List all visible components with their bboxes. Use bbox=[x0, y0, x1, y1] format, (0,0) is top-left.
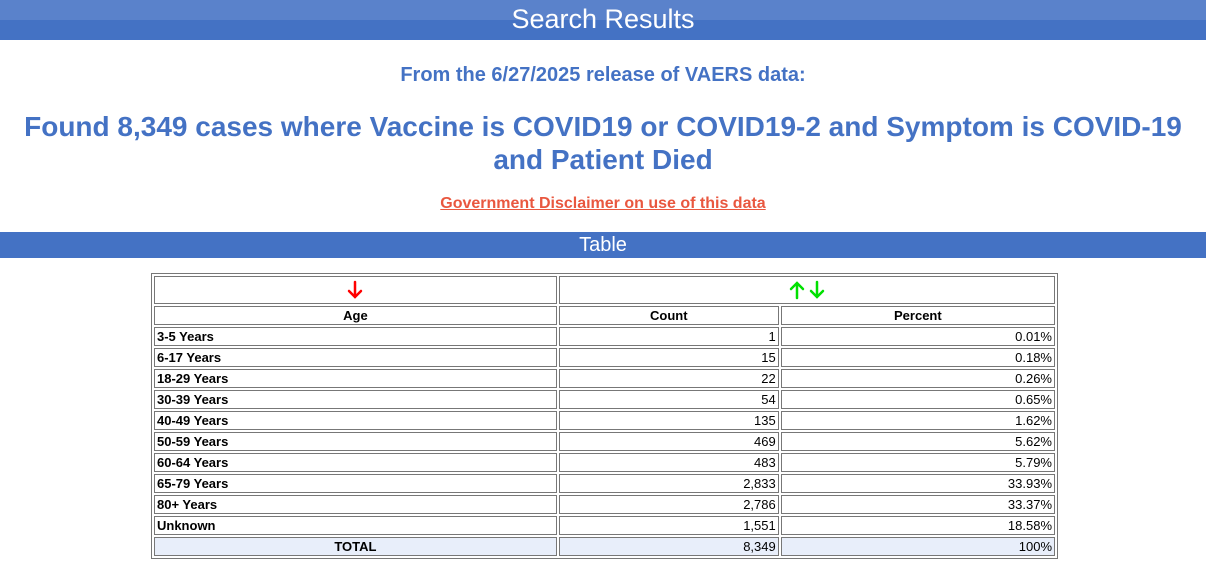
age-cell: 40-49 Years bbox=[154, 411, 557, 430]
results-summary: Found 8,349 cases where Vaccine is COVID… bbox=[24, 111, 1182, 175]
percent-cell: 0.01% bbox=[780, 327, 1055, 346]
disclaimer: Government Disclaimer on use of this dat… bbox=[0, 194, 1206, 214]
age-cell: 80+ Years bbox=[154, 495, 557, 514]
count-cell: 483 bbox=[558, 453, 779, 472]
percent-cell: 1.62% bbox=[780, 411, 1055, 430]
table-row: 80+ Years 2,786 33.37% bbox=[154, 495, 1055, 514]
percent-cell: 0.18% bbox=[780, 348, 1055, 367]
age-header: Age bbox=[154, 306, 557, 325]
table-row: 40-49 Years 135 1.62% bbox=[154, 411, 1055, 430]
table-row: 3-5 Years 1 0.01% bbox=[154, 327, 1055, 346]
arrow-down-icon[interactable] bbox=[809, 280, 825, 300]
sort-row bbox=[154, 276, 1055, 304]
arrow-down-icon[interactable] bbox=[347, 280, 363, 300]
count-header: Count bbox=[558, 306, 779, 325]
count-cell: 469 bbox=[558, 432, 779, 451]
age-cell: Unknown bbox=[154, 516, 557, 535]
header-row: Age Count Percent bbox=[154, 306, 1055, 325]
table-row: 60-64 Years 483 5.79% bbox=[154, 453, 1055, 472]
count-cell: 54 bbox=[558, 390, 779, 409]
percent-cell: 5.62% bbox=[780, 432, 1055, 451]
count-cell: 15 bbox=[558, 348, 779, 367]
table-row: Unknown 1,551 18.58% bbox=[154, 516, 1055, 535]
percent-cell: 18.58% bbox=[780, 516, 1055, 535]
table-row: 50-59 Years 469 5.62% bbox=[154, 432, 1055, 451]
results-table-container: Age Count Percent 3-5 Years 1 0.01% 6-17 Ye… bbox=[151, 273, 1058, 559]
count-cell: 22 bbox=[558, 369, 779, 388]
table-row: 30-39 Years 54 0.65% bbox=[154, 390, 1055, 409]
total-row: TOTAL 8,349 100% bbox=[154, 537, 1055, 556]
count-cell: 1 bbox=[558, 327, 779, 346]
count-sort-cell bbox=[558, 276, 1055, 304]
age-cell: 3-5 Years bbox=[154, 327, 557, 346]
total-label: TOTAL bbox=[154, 537, 557, 556]
title-bar: Search Results bbox=[0, 0, 1206, 40]
percent-cell: 5.79% bbox=[780, 453, 1055, 472]
age-cell: 50-59 Years bbox=[154, 432, 557, 451]
percent-cell: 33.93% bbox=[780, 474, 1055, 493]
percent-header: Percent bbox=[780, 306, 1055, 325]
arrow-up-icon[interactable] bbox=[789, 280, 805, 300]
table-row: 6-17 Years 15 0.18% bbox=[154, 348, 1055, 367]
percent-cell: 0.65% bbox=[780, 390, 1055, 409]
age-cell: 60-64 Years bbox=[154, 453, 557, 472]
section-title: Table bbox=[0, 232, 1206, 258]
release-text: From the 6/27/2025 release of VAERS data… bbox=[400, 64, 806, 86]
age-cell: 18-29 Years bbox=[154, 369, 557, 388]
age-cell: 30-39 Years bbox=[154, 390, 557, 409]
total-count: 8,349 bbox=[558, 537, 779, 556]
count-cell: 1,551 bbox=[558, 516, 779, 535]
count-cell: 2,833 bbox=[558, 474, 779, 493]
table-row: 18-29 Years 22 0.26% bbox=[154, 369, 1055, 388]
percent-cell: 0.26% bbox=[780, 369, 1055, 388]
age-cell: 65-79 Years bbox=[154, 474, 557, 493]
count-cell: 135 bbox=[558, 411, 779, 430]
table-row: 65-79 Years 2,833 33.93% bbox=[154, 474, 1055, 493]
count-cell: 2,786 bbox=[558, 495, 779, 514]
age-sort-cell bbox=[154, 276, 557, 304]
results-table: Age Count Percent 3-5 Years 1 0.01% 6-17 Ye… bbox=[151, 273, 1058, 559]
age-cell: 6-17 Years bbox=[154, 348, 557, 367]
percent-cell: 33.37% bbox=[780, 495, 1055, 514]
page-title: Search Results bbox=[511, 4, 695, 34]
total-percent: 100% bbox=[780, 537, 1055, 556]
disclaimer-link[interactable]: Government Disclaimer on use of this dat… bbox=[440, 195, 765, 212]
